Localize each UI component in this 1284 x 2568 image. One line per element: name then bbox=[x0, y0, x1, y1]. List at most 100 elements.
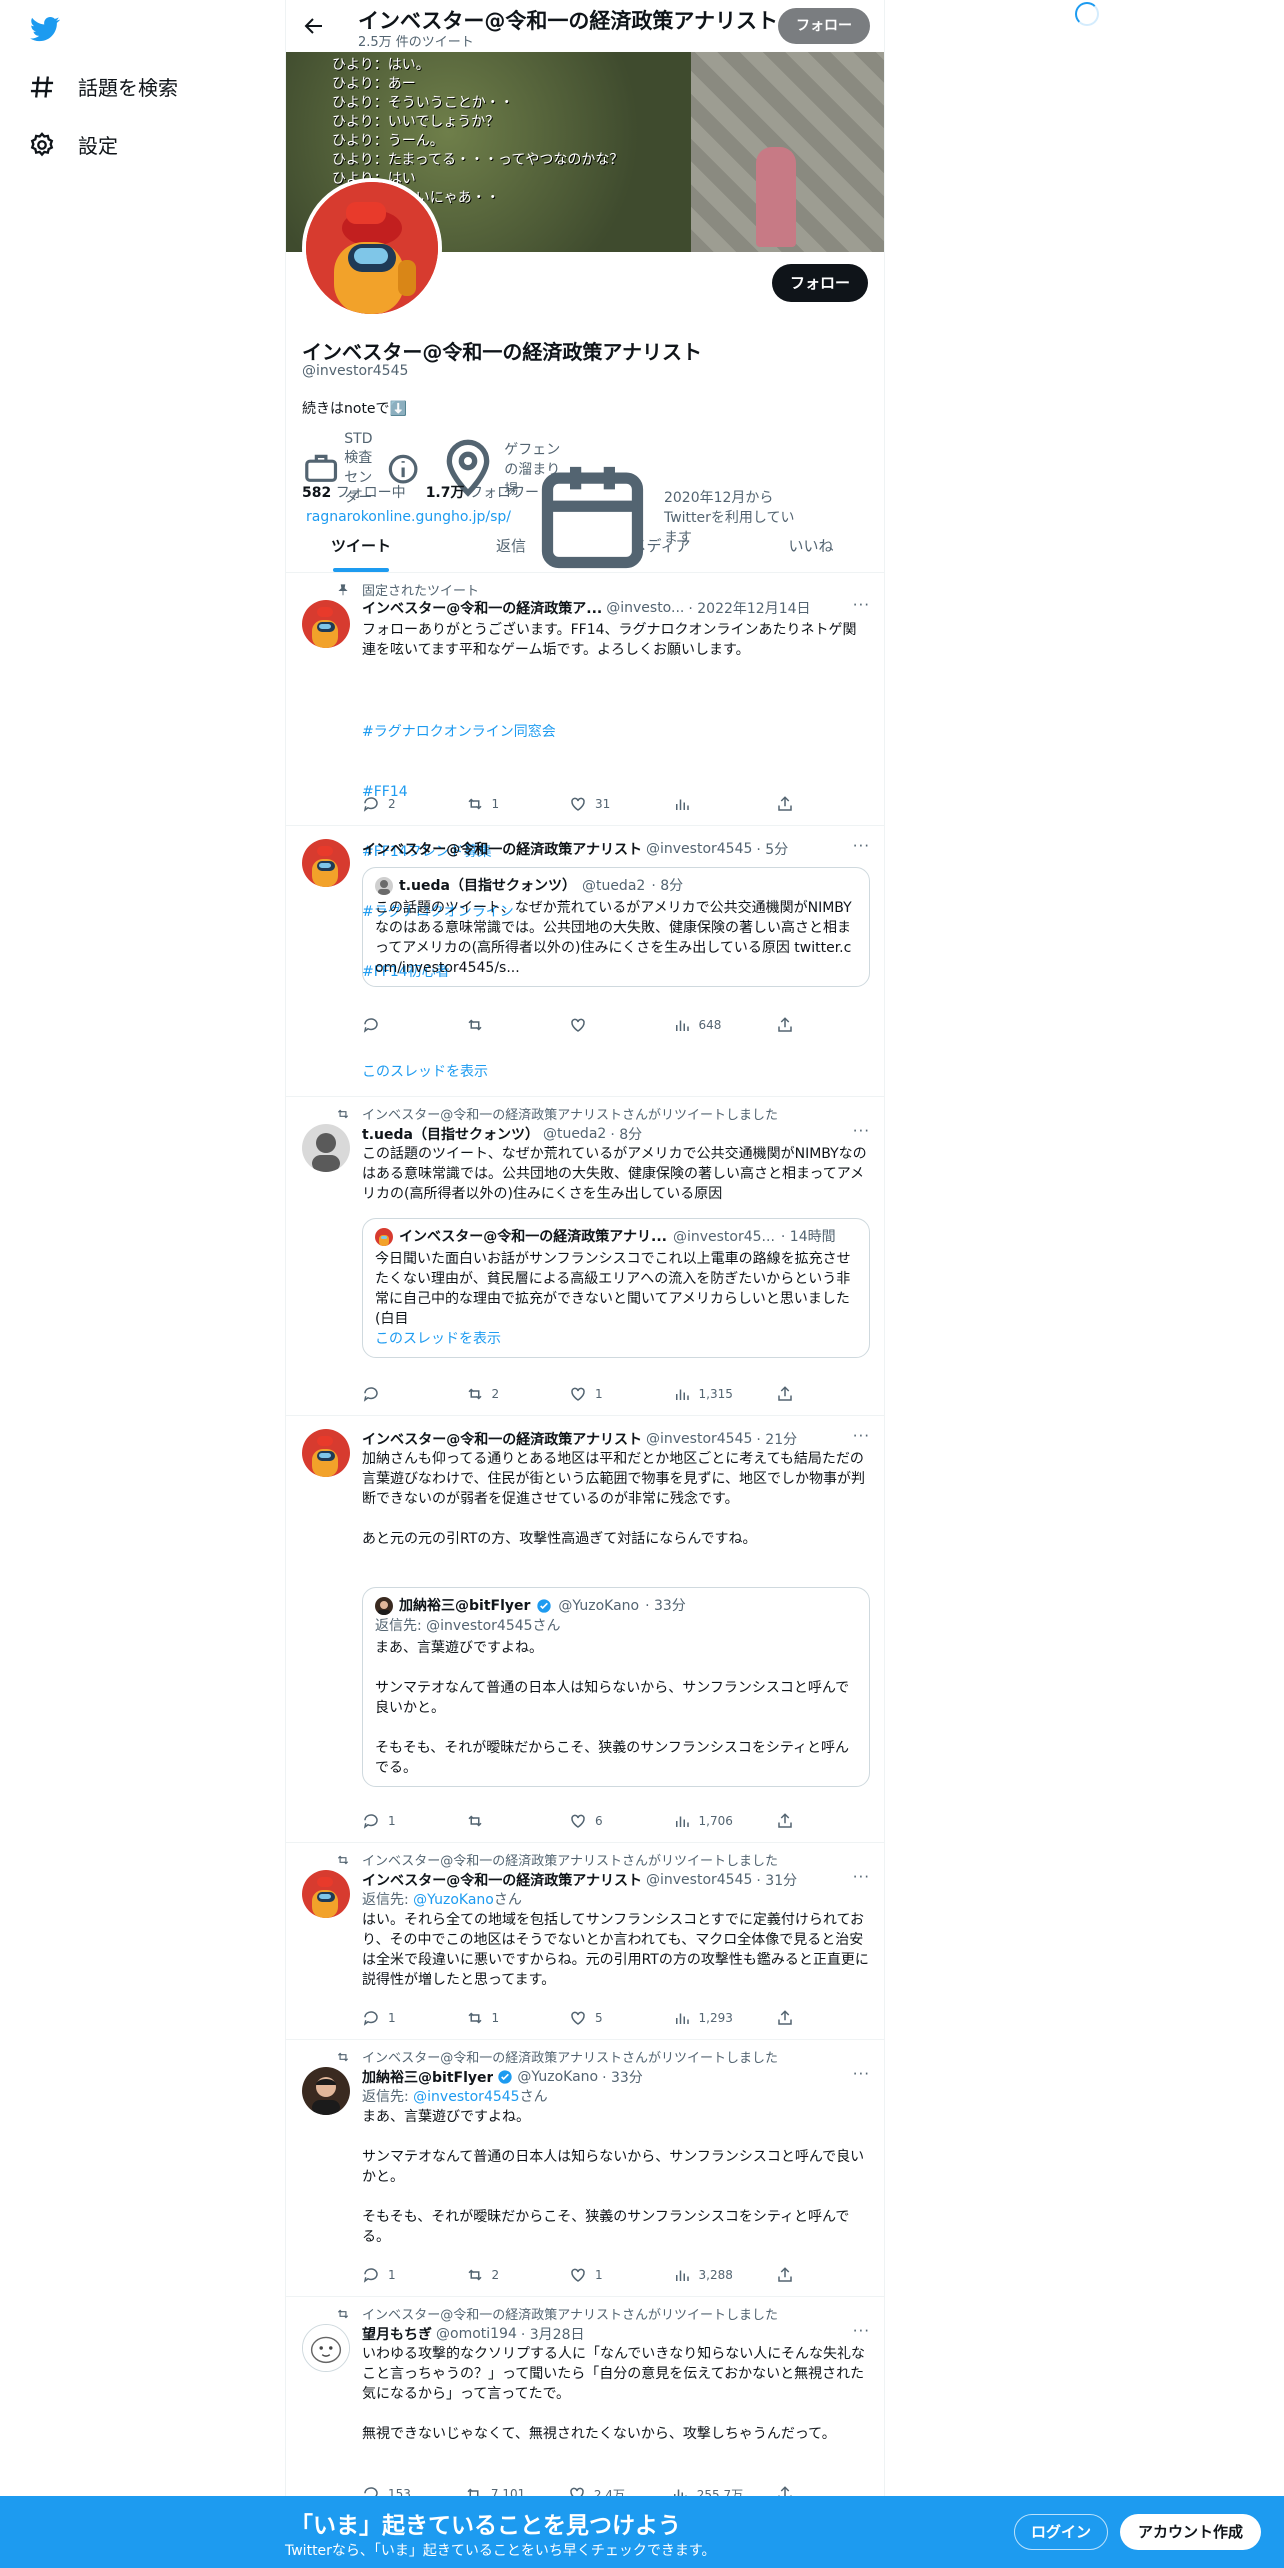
login-button[interactable]: ログイン bbox=[1014, 2514, 1109, 2550]
more-icon[interactable]: ··· bbox=[853, 2322, 870, 2340]
avatar[interactable] bbox=[302, 839, 350, 887]
reply-to-handle[interactable]: @YuzoKano bbox=[413, 1892, 494, 1908]
hashtag-link[interactable]: #ラグナロクオンライン同窓会 bbox=[362, 722, 870, 742]
tweet-author-handle[interactable]: @investor4545 bbox=[646, 1872, 752, 1888]
avatar[interactable] bbox=[302, 2324, 350, 2372]
share-button[interactable] bbox=[776, 1811, 796, 1831]
tweet-time[interactable]: · 31分 bbox=[756, 1870, 797, 1890]
tweet[interactable]: インベスター@令和一の経済政策アナリスト @investor4545 · 5分 … bbox=[286, 827, 884, 1097]
retweet-button[interactable]: 2 bbox=[466, 2265, 536, 2285]
profile-avatar[interactable] bbox=[302, 178, 442, 318]
twitter-logo-icon[interactable] bbox=[28, 14, 62, 44]
tweet-author-handle[interactable]: @investor4545 bbox=[646, 841, 752, 857]
views-button[interactable]: 648 bbox=[673, 1015, 743, 1035]
like-button[interactable]: 31 bbox=[569, 794, 639, 814]
tab-media[interactable]: メディア bbox=[586, 520, 736, 572]
following-link[interactable]: 582 フォロー中 bbox=[302, 482, 406, 502]
avatar[interactable] bbox=[302, 600, 350, 648]
quote-avatar bbox=[375, 1228, 393, 1246]
reply-button[interactable] bbox=[362, 1015, 432, 1035]
tweet-time[interactable]: · 5分 bbox=[756, 839, 788, 859]
views-button[interactable] bbox=[673, 794, 743, 814]
header-tweet-count: 2.5万 件のツイート bbox=[358, 35, 474, 50]
tweet-author-name[interactable]: インベスター@令和一の経済政策アナリスト bbox=[362, 839, 642, 859]
show-thread-link[interactable]: このスレッドを表示 bbox=[362, 1061, 488, 1081]
show-thread-link[interactable]: このスレッドを表示 bbox=[375, 1329, 857, 1349]
tweet-time[interactable]: · 2022年12月14日 bbox=[688, 598, 810, 618]
tweet[interactable]: インベスター@令和一の経済政策アナリストさんがリツイートしました 加納裕三@bi… bbox=[286, 2041, 884, 2297]
tweet[interactable]: インベスター@令和一の経済政策アナリストさんがリツイートしました t.ueda（… bbox=[286, 1098, 884, 1416]
avatar[interactable] bbox=[302, 1429, 350, 1477]
retweet-button[interactable] bbox=[466, 1015, 536, 1035]
share-button[interactable] bbox=[776, 2265, 796, 2285]
views-chart-icon bbox=[675, 1816, 689, 1827]
views-button[interactable]: 1,315 bbox=[673, 1384, 743, 1404]
more-icon[interactable]: ··· bbox=[853, 1427, 870, 1445]
views-button[interactable]: 1,293 bbox=[673, 2008, 743, 2028]
retweet-button[interactable] bbox=[466, 1811, 536, 1831]
like-button[interactable]: 6 bbox=[569, 1811, 639, 1831]
avatar[interactable] bbox=[302, 2067, 350, 2115]
tweet[interactable]: 固定されたツイート インベスター@令和一の経済政策ア... @investo..… bbox=[286, 574, 884, 980]
nav-explore[interactable]: 話題を検索 bbox=[28, 72, 178, 101]
retweet-icon bbox=[467, 2269, 482, 2281]
tweet[interactable]: インベスター@令和一の経済政策アナリスト @investor4545 · 21分… bbox=[286, 1417, 884, 1843]
reply-button[interactable]: 1 bbox=[362, 2265, 432, 2285]
verified-badge-icon bbox=[537, 1599, 552, 1613]
like-button[interactable] bbox=[569, 1015, 639, 1035]
views-button[interactable]: 3,288 bbox=[673, 2265, 743, 2285]
reply-button[interactable]: 2 bbox=[362, 794, 432, 814]
avatar[interactable] bbox=[302, 1870, 350, 1918]
share-button[interactable] bbox=[776, 794, 796, 814]
share-button[interactable] bbox=[776, 2008, 796, 2028]
tweet-author-name[interactable]: 望月もちぎ bbox=[362, 2324, 432, 2344]
like-button[interactable]: 1 bbox=[569, 2265, 639, 2285]
tab-replies[interactable]: 返信 bbox=[436, 520, 586, 572]
tweet-author-handle[interactable]: @tueda2 bbox=[543, 1126, 606, 1142]
views-button[interactable]: 1,706 bbox=[673, 1811, 743, 1831]
tab-likes[interactable]: いいね bbox=[736, 520, 884, 572]
tweet-author-handle[interactable]: @omoti194 bbox=[436, 2326, 517, 2342]
more-icon[interactable]: ··· bbox=[853, 2065, 870, 2083]
quoted-tweet[interactable]: インベスター@令和一の経済政策アナリ... @investor45... · 1… bbox=[362, 1218, 870, 1358]
quoted-tweet[interactable]: t.ueda（目指せクォンツ） @tueda2 · 8分 この話題のツイート、な… bbox=[362, 867, 870, 987]
header-follow-button[interactable]: フォロー bbox=[778, 8, 870, 44]
tweet[interactable]: インベスター@令和一の経済政策アナリストさんがリツイートしました インベスター@… bbox=[286, 1844, 884, 2040]
follow-button[interactable]: フォロー bbox=[771, 264, 868, 302]
share-button[interactable] bbox=[776, 1015, 796, 1035]
retweet-button[interactable]: 1 bbox=[466, 794, 536, 814]
reply-to-handle[interactable]: @investor4545 bbox=[413, 2089, 519, 2105]
tweet-time[interactable]: · 3月28日 bbox=[521, 2324, 585, 2344]
reply-button[interactable] bbox=[362, 1384, 432, 1404]
share-button[interactable] bbox=[776, 1384, 796, 1404]
back-arrow-icon[interactable] bbox=[302, 14, 326, 38]
tweet-author-name[interactable]: インベスター@令和一の経済政策アナリスト bbox=[362, 1429, 642, 1449]
tweet-author-name[interactable]: 加納裕三@bitFlyer bbox=[362, 2067, 493, 2087]
tab-tweets[interactable]: ツイート bbox=[286, 520, 436, 572]
reply-button[interactable]: 1 bbox=[362, 2008, 432, 2028]
tweet-author-handle[interactable]: @YuzoKano bbox=[517, 2069, 598, 2085]
cartoon-avatar-icon bbox=[303, 2325, 349, 2371]
like-button[interactable]: 1 bbox=[569, 1384, 639, 1404]
quoted-tweet[interactable]: 加納裕三@bitFlyer @YuzoKano · 33分 返信先: @inve… bbox=[362, 1587, 870, 1787]
retweet-button[interactable]: 2 bbox=[466, 1384, 536, 1404]
tweet-author-name[interactable]: インベスター@令和一の経済政策ア... bbox=[362, 598, 602, 618]
more-icon[interactable]: ··· bbox=[853, 1868, 870, 1886]
tweet-time[interactable]: · 21分 bbox=[756, 1429, 797, 1449]
retweet-button[interactable]: 1 bbox=[466, 2008, 536, 2028]
followers-link[interactable]: 1.7万 フォロワー bbox=[426, 482, 539, 502]
tweet-time[interactable]: · 8分 bbox=[610, 1124, 642, 1144]
more-icon[interactable]: ··· bbox=[853, 596, 870, 614]
tweet-author-handle[interactable]: @investo... bbox=[606, 600, 684, 616]
like-button[interactable]: 5 bbox=[569, 2008, 639, 2028]
more-icon[interactable]: ··· bbox=[853, 1122, 870, 1140]
tweet-author-name[interactable]: インベスター@令和一の経済政策アナリスト bbox=[362, 1870, 642, 1890]
tweet-author-handle[interactable]: @investor4545 bbox=[646, 1431, 752, 1447]
tweet-author-name[interactable]: t.ueda（目指せクォンツ） bbox=[362, 1124, 539, 1144]
avatar[interactable] bbox=[302, 1124, 350, 1172]
more-icon[interactable]: ··· bbox=[853, 837, 870, 855]
reply-button[interactable]: 1 bbox=[362, 1811, 432, 1831]
signup-button[interactable]: アカウント作成 bbox=[1120, 2514, 1262, 2550]
tweet-time[interactable]: · 33分 bbox=[602, 2067, 643, 2087]
nav-settings[interactable]: 設定 bbox=[28, 130, 118, 159]
